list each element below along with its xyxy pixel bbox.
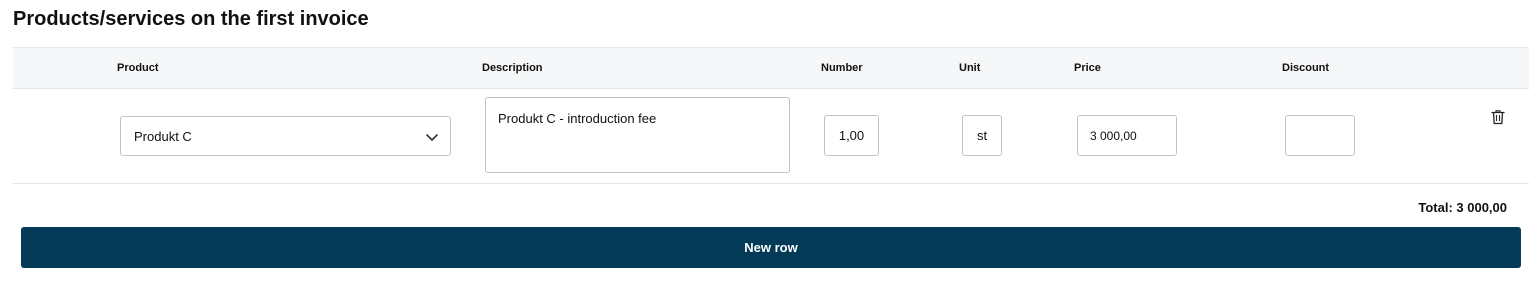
column-header-unit: Unit [959,62,981,74]
total-amount: Total: 3 000,00 [1418,200,1507,215]
unit-input[interactable]: st [962,115,1002,156]
section-title: Products/services on the first invoice [13,8,369,30]
number-value: 1,00 [838,128,865,143]
column-header-price: Price [1074,62,1101,74]
column-header-discount: Discount [1282,62,1330,74]
column-header-product: Product [117,62,159,74]
new-row-button[interactable]: New row [21,227,1521,268]
product-select-value: Produkt C [134,128,192,144]
description-textarea[interactable]: Produkt C - introduction fee [485,97,790,173]
column-header-number: Number [821,62,863,74]
chevron-down-icon [426,134,438,141]
price-input[interactable]: 3 000,00 [1077,115,1177,156]
number-input[interactable]: 1,00 [824,115,879,156]
discount-input[interactable] [1285,115,1355,156]
unit-value: st [976,128,988,143]
table-header: Product Description Number Unit Price Di… [13,47,1529,89]
trash-icon[interactable] [1491,109,1505,125]
price-value: 3 000,00 [1090,128,1137,143]
column-header-description: Description [482,62,543,74]
description-value: Produkt C - introduction fee [498,111,657,126]
table-row: Produkt C Produkt C - introduction fee 1… [13,89,1529,184]
product-select[interactable]: Produkt C [120,116,451,156]
